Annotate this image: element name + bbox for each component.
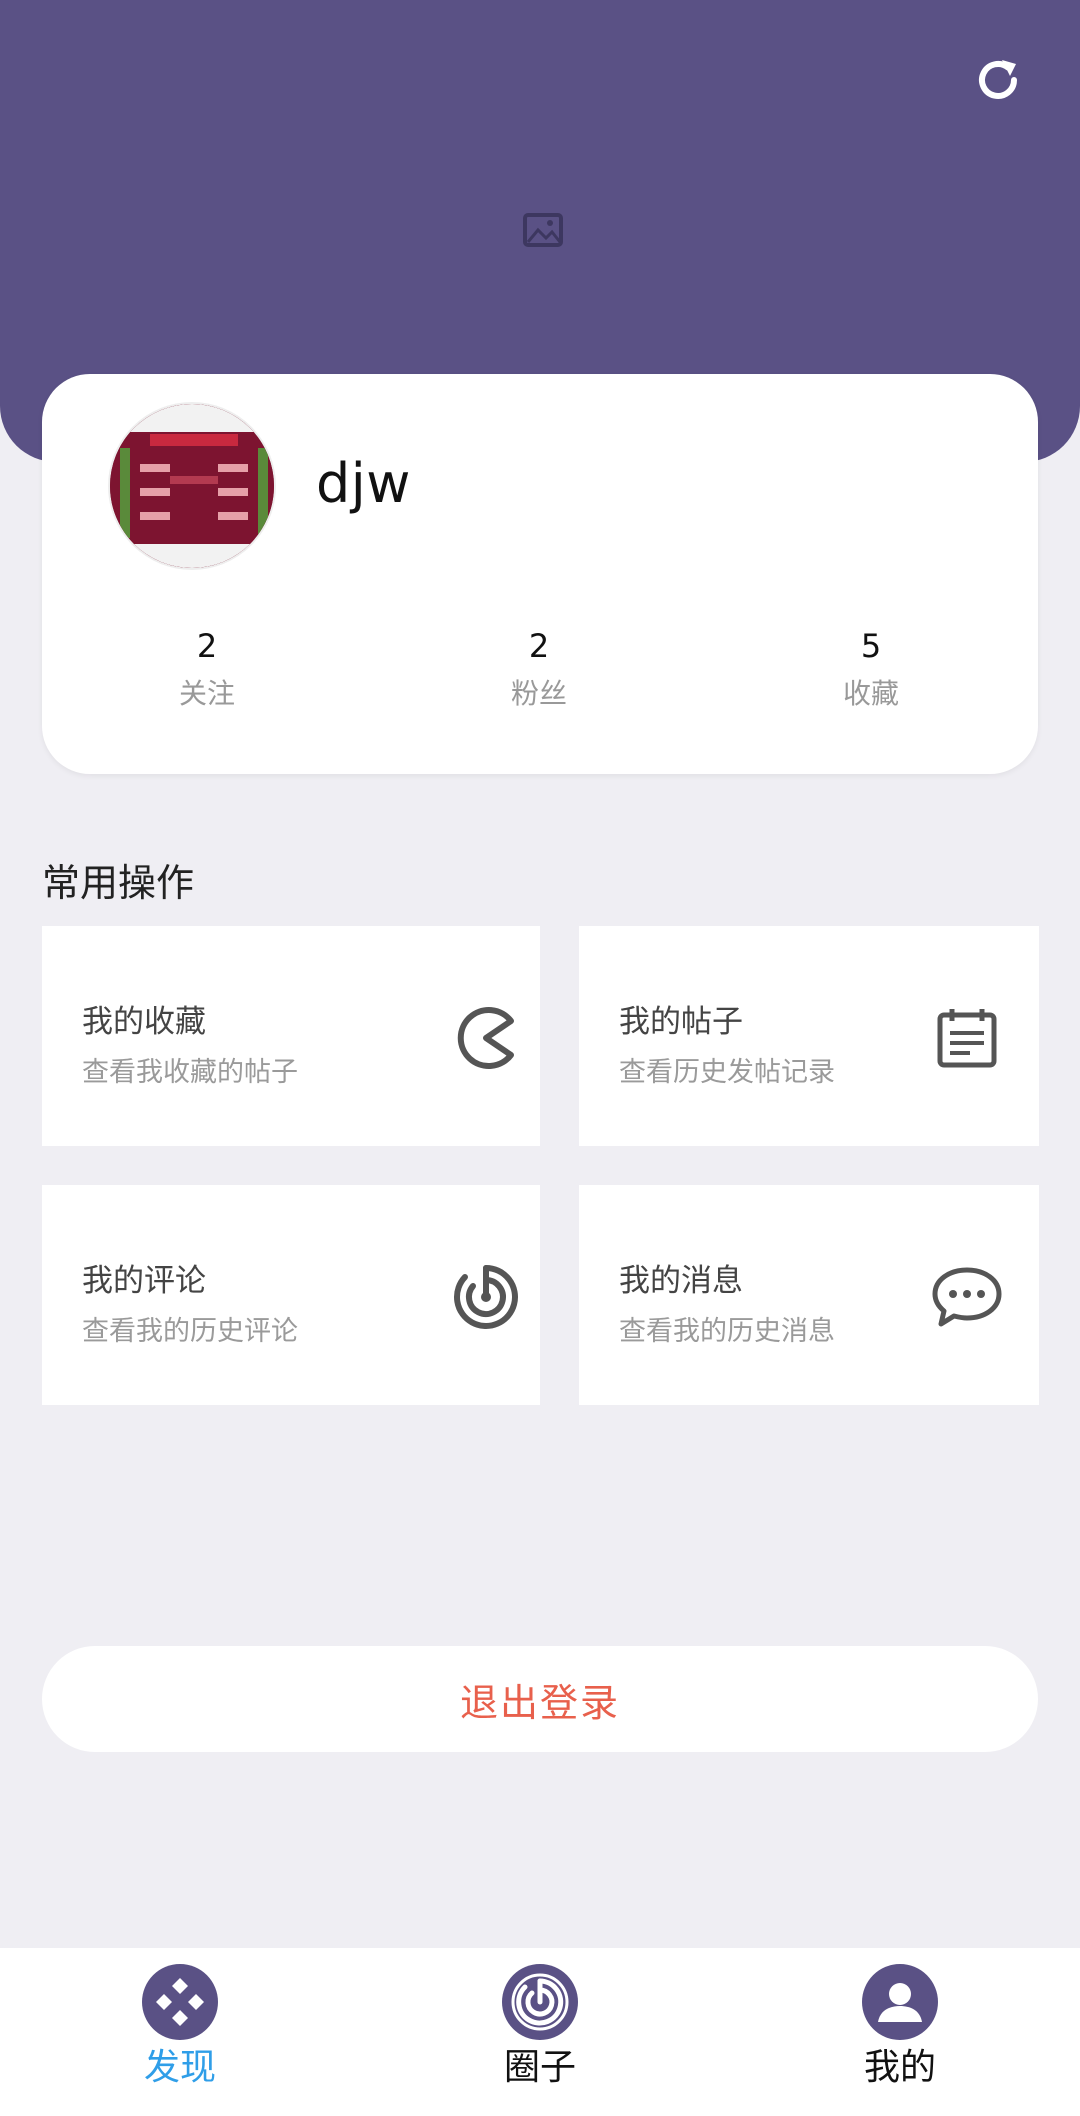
op-title: 我的消息 xyxy=(619,1263,743,1299)
avatar-image xyxy=(110,404,274,568)
profile-page: djw 2 关注 2 粉丝 5 收藏 常用操作 我的收藏 查看我收藏的帖子 我的… xyxy=(0,0,1080,2116)
stat-value: 2 xyxy=(196,627,218,665)
op-title: 我的评论 xyxy=(82,1263,206,1299)
nav-tab-circle[interactable]: 圈子 xyxy=(460,1964,620,2092)
gamepad-icon xyxy=(142,1964,218,2040)
chat-bubble-icon xyxy=(927,1257,1007,1337)
stat-favorites[interactable]: 5 收藏 xyxy=(771,624,971,712)
refresh-icon xyxy=(979,60,1017,99)
pacman-icon xyxy=(446,998,526,1078)
stat-label: 收藏 xyxy=(842,677,899,710)
bottom-navigation: 发现 圈子 我的 xyxy=(0,1948,1080,2116)
nav-tab-mine[interactable]: 我的 xyxy=(820,1964,980,2092)
op-subtitle: 查看我的历史消息 xyxy=(619,1316,835,1347)
stat-value: 5 xyxy=(860,627,882,665)
nav-label: 圈子 xyxy=(503,2047,576,2088)
op-title: 我的帖子 xyxy=(619,1004,743,1040)
image-icon xyxy=(523,213,563,247)
my-comments-card[interactable]: 我的评论 查看我的历史评论 xyxy=(42,1185,540,1405)
my-posts-card[interactable]: 我的帖子 查看历史发帖记录 xyxy=(579,926,1039,1146)
op-title: 我的收藏 xyxy=(82,1004,206,1040)
my-messages-card[interactable]: 我的消息 查看我的历史消息 xyxy=(579,1185,1039,1405)
nav-tab-discover[interactable]: 发现 xyxy=(100,1964,260,2092)
profile-card: djw 2 关注 2 粉丝 5 收藏 xyxy=(42,374,1038,774)
radar-icon xyxy=(502,1964,578,2040)
section-title: 常用操作 xyxy=(42,861,195,905)
nav-label: 发现 xyxy=(143,2047,216,2088)
my-favorites-card[interactable]: 我的收藏 查看我收藏的帖子 xyxy=(42,926,540,1146)
op-subtitle: 查看我收藏的帖子 xyxy=(82,1057,298,1088)
stat-followers[interactable]: 2 粉丝 xyxy=(439,624,639,712)
stat-value: 2 xyxy=(528,627,550,665)
stat-label: 粉丝 xyxy=(510,677,567,710)
username: djw xyxy=(316,452,411,515)
refresh-button[interactable] xyxy=(968,50,1028,110)
logout-button[interactable]: 退出登录 xyxy=(42,1646,1038,1752)
calendar-note-icon xyxy=(927,998,1007,1078)
op-subtitle: 查看历史发帖记录 xyxy=(619,1057,835,1088)
stat-following[interactable]: 2 关注 xyxy=(107,624,307,712)
stat-label: 关注 xyxy=(178,677,235,710)
radar-icon xyxy=(446,1257,526,1337)
op-subtitle: 查看我的历史评论 xyxy=(82,1316,298,1347)
avatar[interactable] xyxy=(108,402,276,570)
user-icon xyxy=(862,1964,938,2040)
nav-label: 我的 xyxy=(863,2047,936,2088)
